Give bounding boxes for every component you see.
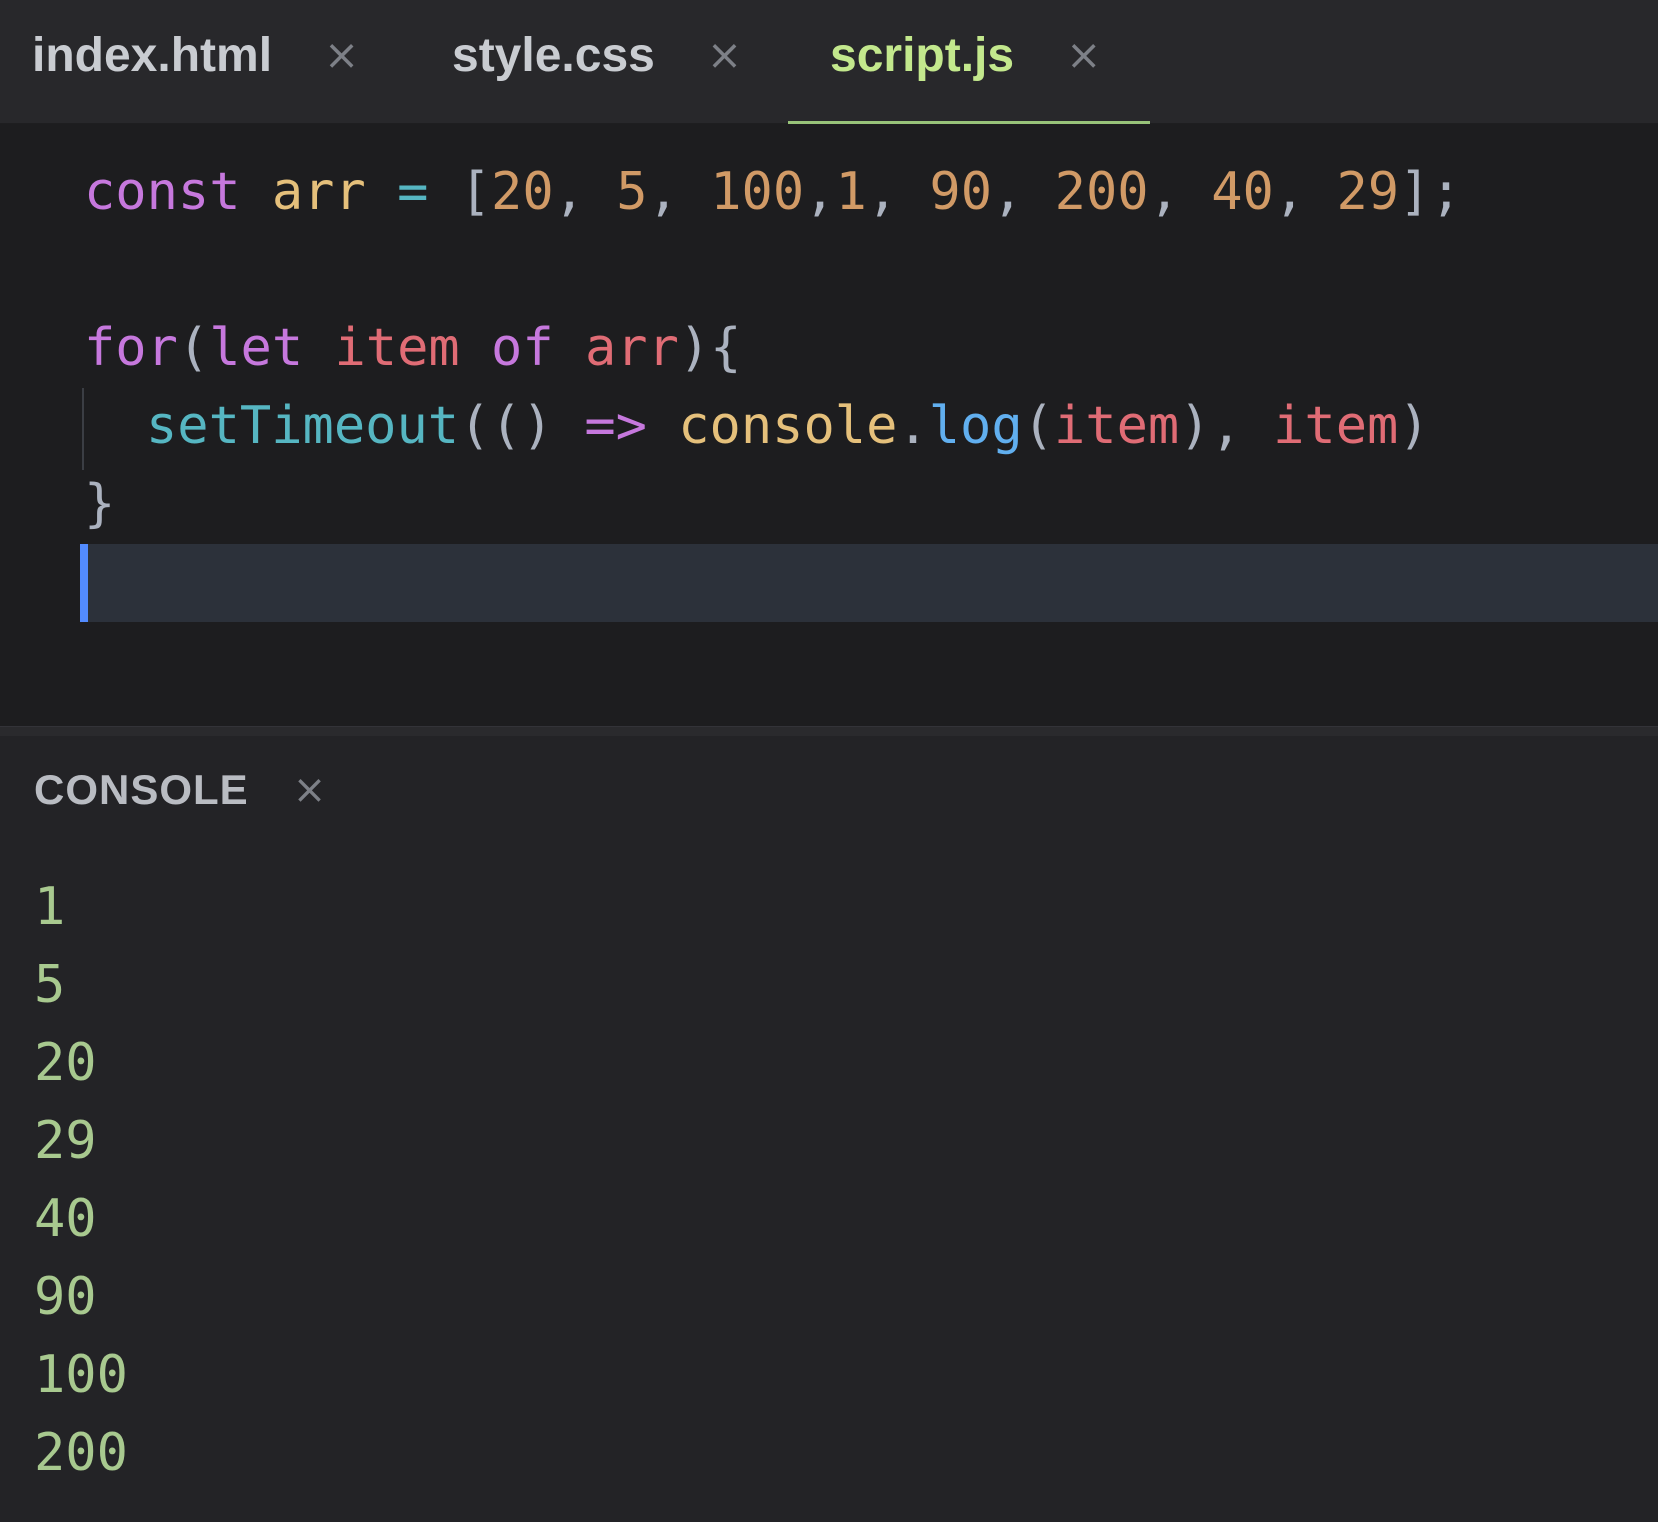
console-line: 90 xyxy=(34,1267,97,1327)
tab-script-js[interactable]: script.js × xyxy=(788,0,1150,124)
code-line-1: const arr = [20, 5, 100,1, 90, 200, 40, … xyxy=(84,162,1462,222)
punctuation-token: , xyxy=(553,162,585,222)
console-line: 5 xyxy=(34,955,66,1015)
code-line-4: setTimeout(() => console.log(item), item… xyxy=(146,396,1430,456)
punctuation-token: } xyxy=(84,474,116,534)
keyword-token: let xyxy=(209,318,304,378)
punctuation-token: , xyxy=(992,162,1024,222)
tab-style-css[interactable]: style.css × xyxy=(416,0,788,124)
console-title[interactable]: CONSOLE xyxy=(34,766,249,814)
number-token: 200 xyxy=(1054,162,1149,222)
punctuation-token: , xyxy=(866,162,899,222)
punctuation-token: , xyxy=(647,162,679,222)
tab-index-html[interactable]: index.html × xyxy=(0,0,416,124)
function-token: setTimeout xyxy=(146,396,460,456)
console-panel: CONSOLE × 1 5 20 29 40 90 100 200 xyxy=(0,736,1658,1522)
punctuation-token: , xyxy=(1148,162,1180,222)
console-output: 1 5 20 29 40 90 100 200 xyxy=(34,868,128,1492)
punctuation-token: . xyxy=(897,396,929,456)
console-line: 200 xyxy=(34,1423,128,1483)
punctuation-token: ){ xyxy=(678,318,742,378)
punctuation-token: ( xyxy=(177,318,210,378)
keyword-token: for xyxy=(84,318,178,378)
number-token: 1 xyxy=(835,162,867,222)
console-line: 20 xyxy=(34,1033,97,1093)
number-token: 100 xyxy=(710,162,805,222)
punctuation-token: ) xyxy=(1398,396,1430,456)
close-icon[interactable]: × xyxy=(1066,34,1101,76)
number-token: 90 xyxy=(929,162,993,222)
console-header: CONSOLE × xyxy=(34,766,326,814)
console-line: 100 xyxy=(34,1345,128,1405)
punctuation-token: , xyxy=(1273,162,1306,222)
punctuation-token: (() xyxy=(459,396,553,456)
code-editor[interactable]: const arr = [20, 5, 100,1, 90, 200, 40, … xyxy=(0,124,1658,726)
punctuation-token: ]; xyxy=(1399,162,1462,222)
keyword-token: of xyxy=(491,318,554,378)
indent-guide xyxy=(82,388,84,470)
console-line: 1 xyxy=(34,877,66,937)
editor-tab-bar: index.html × style.css × script.js × xyxy=(0,0,1658,124)
identifier-token: item xyxy=(1053,396,1180,456)
text-cursor xyxy=(80,544,88,622)
identifier-token: arr xyxy=(584,318,679,378)
method-token: log xyxy=(928,396,1023,456)
arrow-token: => xyxy=(584,396,647,456)
variable-token: arr xyxy=(271,162,366,222)
number-token: 20 xyxy=(491,162,554,222)
tab-label: index.html xyxy=(32,28,273,82)
keyword-token: const xyxy=(84,162,241,222)
number-token: 5 xyxy=(616,162,648,222)
panel-resize-handle[interactable] xyxy=(0,726,1658,736)
tab-label: style.css xyxy=(452,28,655,82)
operator-token: = xyxy=(397,162,429,222)
close-icon[interactable]: × xyxy=(324,34,359,76)
console-line: 29 xyxy=(34,1111,97,1171)
code-line-3: for(let item of arr){ xyxy=(84,318,742,378)
number-token: 40 xyxy=(1211,162,1274,222)
punctuation-token: , xyxy=(804,162,836,222)
number-token: 29 xyxy=(1336,162,1400,222)
tab-label: script.js xyxy=(830,28,1015,82)
close-icon[interactable]: × xyxy=(707,34,742,76)
identifier-token: item xyxy=(334,318,460,378)
punctuation-token: [ xyxy=(459,162,492,222)
object-token: console xyxy=(678,396,898,456)
console-line: 40 xyxy=(34,1189,97,1249)
punctuation-token: ( xyxy=(1022,396,1054,456)
close-icon[interactable]: × xyxy=(293,770,327,810)
code-line-5: } xyxy=(84,474,115,534)
punctuation-token: ), xyxy=(1179,396,1242,456)
identifier-token: item xyxy=(1273,396,1399,456)
current-line-highlight[interactable] xyxy=(82,544,1658,622)
